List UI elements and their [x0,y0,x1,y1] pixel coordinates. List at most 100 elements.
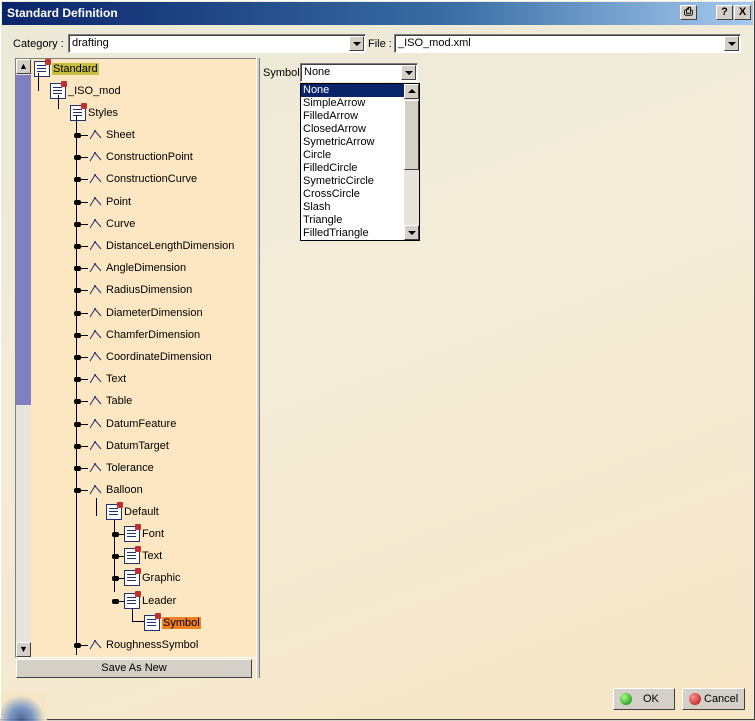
dropdown-option[interactable]: Slash [301,201,404,214]
tree-node-constructioncurve-label: ConstructionCurve [106,173,198,185]
file-value: _ISO_mod.xml [398,37,471,49]
symbol-select[interactable]: None [300,63,418,82]
dropdown-option[interactable]: ClosedArrow [301,123,404,136]
tree-node-symbol[interactable]: Symbol [144,613,201,633]
curve-icon [88,171,104,187]
tree-node-roughnesssymbol[interactable]: RoughnessSymbol [88,635,198,655]
dot-icon [88,194,104,210]
tree-connector [74,355,81,360]
tree-connector [74,643,81,648]
tree-node-angledimension[interactable]: AngleDimension [88,258,186,278]
tree-node-default-label: Default [124,506,159,518]
save-as-new-button[interactable]: Save As New [16,659,252,678]
tree-node-datumfeature[interactable]: DatumFeature [88,414,176,434]
ok-button[interactable]: OK [613,688,675,710]
scroll-thumb[interactable] [16,75,31,405]
tree-node-point[interactable]: Point [88,192,131,212]
tree-node-diameterdimension[interactable]: DiameterDimension [88,303,203,323]
dropdown-option[interactable]: FilledCircle [301,162,404,175]
tree-connector [58,95,59,109]
tree-node-chamferdimension[interactable]: ChamferDimension [88,325,200,345]
scroll-up-icon[interactable]: ▲ [16,59,31,74]
tree-node-text-label: Text [142,550,163,562]
document-icon [144,613,161,632]
dropdown-option[interactable]: SymetricCircle [301,175,404,188]
file-select[interactable]: _ISO_mod.xml [394,34,741,53]
tree-connector [112,576,119,581]
tree-scrollbar[interactable]: ▲ ▼ [16,59,31,657]
symbol-dropdown-list[interactable]: None SimpleArrow FilledArrow ClosedArrow Sym… [300,83,420,241]
tree-connector [112,599,119,604]
radius-icon [88,282,104,298]
tree-node-curve[interactable]: Curve [88,214,135,234]
category-label: Category : [13,38,64,50]
dropdown-option[interactable]: CrossCircle [301,188,404,201]
dropdown-scrollbar[interactable] [404,84,419,240]
tree-node-tolerance-label: Tolerance [106,462,154,474]
panel-splitter[interactable] [256,58,260,678]
dropdown-option[interactable]: FilledArrow [301,110,404,123]
close-button[interactable]: X [734,5,751,20]
tree-node-balloon[interactable]: Balloon [88,480,143,500]
tree-connector [132,609,133,621]
tree-node-datumtarget[interactable]: DatumTarget [88,436,169,456]
tree-node-constructioncurve[interactable]: ConstructionCurve [88,169,197,189]
scroll-up-icon[interactable] [404,84,419,99]
help-button[interactable]: ? [716,5,733,20]
datum-icon [88,416,104,432]
cancel-button[interactable]: Cancel [682,688,745,710]
tree-node-table[interactable]: Table [88,391,132,411]
tree-node-diameterdimension-label: DiameterDimension [106,307,203,319]
table-icon [88,393,104,409]
dropdown-option[interactable]: Circle [301,149,404,162]
tree-connector [74,266,81,271]
tree-node-constructionpoint[interactable]: ConstructionPoint [88,147,193,167]
tolerance-icon [88,460,104,476]
tree-node-styles[interactable]: Styles [70,103,118,123]
document-icon [124,546,141,565]
tree-connector [76,115,77,655]
chevron-down-icon[interactable] [724,36,739,51]
tree-node-sheet-label: Sheet [106,129,135,141]
scroll-down-icon[interactable] [404,225,419,240]
chevron-down-icon[interactable] [349,36,364,51]
tree-node-leader-label: Leader [142,595,177,607]
category-value: drafting [72,37,109,49]
tree-node-sheet[interactable]: Sheet [88,125,135,145]
tree-connector [74,200,81,205]
tree-node-leader[interactable]: Leader [124,591,176,611]
tree-node-iso-mod[interactable]: _ISO_mod [50,81,121,101]
tree-node-default[interactable]: Default [106,502,159,522]
document-icon [106,502,123,521]
category-select[interactable]: drafting [68,34,366,53]
tree-node-graphic[interactable]: Graphic [124,568,181,588]
diameter-icon [88,305,104,321]
tree-node-standard[interactable]: Standard [34,59,99,79]
scroll-down-icon[interactable]: ▼ [16,642,31,657]
tree-node-text[interactable]: Text [88,369,126,389]
tree-node-chamferdimension-label: ChamferDimension [106,329,201,341]
tree-connector [74,444,81,449]
tree-node-text[interactable]: Text [124,546,162,566]
tree-node-distancelengthdimension[interactable]: DistanceLengthDimension [88,236,234,256]
scroll-thumb[interactable] [404,100,419,170]
tree-node-radiusdimension-label: RadiusDimension [106,284,193,296]
window-title: Standard Definition [7,6,118,20]
tree-panel[interactable]: ▲ ▼ Standard _ISO_mod Styles Sheet Construct… [15,58,260,658]
check-icon [620,693,632,705]
tree-node-font[interactable]: Font [124,524,164,544]
dropdown-option[interactable]: None [301,84,404,97]
dropdown-option[interactable]: FilledTriangle [301,227,404,240]
dropdown-option[interactable]: Triangle [301,214,404,227]
tree-node-distancelengthdimension-label: DistanceLengthDimension [106,240,235,252]
tree-node-coordinatedimension[interactable]: CoordinateDimension [88,347,212,367]
tree-connector [74,422,81,427]
dropdown-option[interactable]: SimpleArrow [301,97,404,110]
dropdown-option[interactable]: SymetricArrow [301,136,404,149]
tree-node-tolerance[interactable]: Tolerance [88,458,154,478]
tree-connector [74,244,81,249]
target-icon [88,438,104,454]
tree-node-radiusdimension[interactable]: RadiusDimension [88,280,192,300]
chevron-down-icon[interactable] [401,65,416,80]
print-icon[interactable]: ⎙ [680,5,697,20]
